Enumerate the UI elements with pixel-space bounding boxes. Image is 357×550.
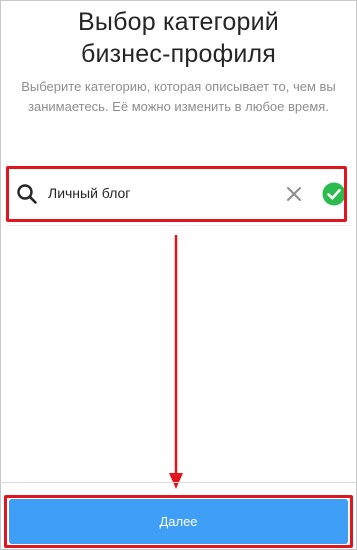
page-title: Выбор категорий бизнес-профиля xyxy=(0,6,357,70)
page-title-line-1: Выбор категорий xyxy=(78,8,279,36)
search-highlight-frame xyxy=(6,166,347,222)
divider xyxy=(6,225,351,226)
next-button[interactable]: Далее xyxy=(9,499,348,544)
page-subtitle: Выберите категорию, которая описывает то… xyxy=(21,79,336,114)
page-title-line-2: бизнес-профиля xyxy=(80,40,277,68)
divider xyxy=(0,482,357,483)
arrow-down-annotation-icon xyxy=(169,235,183,489)
